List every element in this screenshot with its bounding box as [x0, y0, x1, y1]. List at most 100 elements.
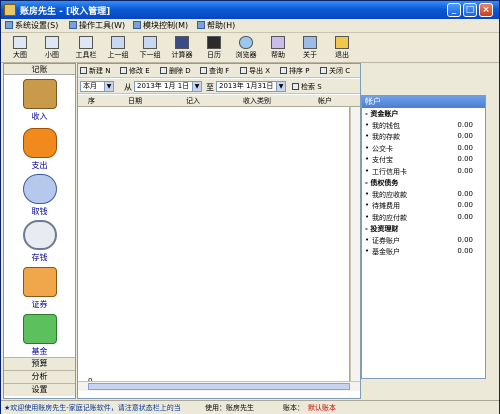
account-item[interactable]: • 公交卡 0.00 — [362, 143, 485, 155]
new-icon — [80, 67, 87, 74]
chart-frame-icon — [22, 267, 57, 297]
accounts-list: - 资金账户 • 我的钱包 0.00 • 我的存款 0.00 • 公交卡 0.00 • 支付宝 0.00… — [362, 108, 485, 258]
book-value: 默认账本 — [308, 404, 336, 412]
menu-module-control[interactable]: 模块控制(M) — [133, 20, 188, 31]
account-balance: 0.00 — [457, 201, 473, 209]
delete-record-button[interactable]: 删除 D — [160, 66, 191, 76]
account-item[interactable]: • 我的应收款 0.00 — [362, 189, 485, 201]
tools-icon — [69, 21, 77, 29]
nav-item-withdraw[interactable]: 取钱 — [4, 174, 75, 217]
account-item[interactable]: • 基金账户 0.00 — [362, 246, 485, 258]
edit-record-button[interactable]: 修改 E — [120, 66, 150, 76]
account-group[interactable]: - 资金账户 — [362, 108, 485, 120]
small-icons-button[interactable]: 小图 — [37, 35, 67, 62]
nav-section-analysis[interactable]: 分析 — [4, 370, 75, 383]
left-arrow-icon — [111, 36, 125, 49]
calendar-button[interactable]: 日历 — [199, 35, 229, 62]
nav-item-securities[interactable]: 证券 — [4, 267, 75, 310]
account-name: 我的应收款 — [372, 190, 407, 199]
large-icons-button[interactable]: 大图 — [5, 35, 35, 62]
calendar-icon — [207, 36, 221, 49]
next-group-button[interactable]: 下一组 — [135, 35, 165, 62]
account-item[interactable]: • 我的钱包 0.00 — [362, 120, 485, 132]
help-button[interactable]: 帮助 — [263, 35, 293, 62]
maximize-button[interactable]: □ — [463, 3, 477, 17]
small-icons-icon — [45, 36, 59, 49]
status-bar: ★欢迎使用账房先生-家庭记账软件，请注意状态栏上的当 使用：账房先生 账本： 默… — [1, 400, 499, 414]
close-button[interactable]: × — [479, 3, 493, 17]
right-arrow-icon — [143, 36, 157, 49]
col-income-category[interactable]: 收入类别 — [243, 96, 271, 106]
sort-button[interactable]: 排序 P — [280, 66, 309, 76]
welcome-marquee: ★欢迎使用账房先生-家庭记账软件，请注意状态栏上的当 — [4, 404, 181, 412]
new-record-button[interactable]: 新建 N — [80, 66, 110, 76]
help-icon — [197, 21, 205, 29]
account-name: 我的应付款 — [372, 213, 407, 222]
account-item[interactable]: • 证券账户 0.00 — [362, 235, 485, 247]
account-name: 我的存款 — [372, 133, 400, 141]
table-header: 序 日期 记入 收入类别 帐户 — [78, 95, 360, 107]
menu-bar: 系统设置(S) 操作工具(W) 模块控制(M) 帮助(H) — [1, 19, 499, 33]
account-group[interactable]: - 债权债务 — [362, 177, 485, 189]
export-button[interactable]: 导出 X — [240, 66, 270, 76]
horizontal-scrollbar[interactable] — [78, 381, 360, 391]
accounts-panel: 帐户 - 资金账户 • 我的钱包 0.00 • 我的存款 0.00 • 公交卡 0.00 • 支付宝 0… — [361, 95, 486, 379]
account-item[interactable]: • 我的应付款 0.00 — [362, 212, 485, 224]
exit-button[interactable]: 退出 — [327, 35, 357, 62]
bullet-icon: • — [365, 247, 370, 255]
account-group[interactable]: - 投资理财 — [362, 223, 485, 235]
about-icon — [303, 36, 317, 49]
app-window: 账房先生 - [收入管理] _ □ × 系统设置(S) 操作工具(W) 模块控制… — [0, 0, 500, 414]
menu-tools[interactable]: 操作工具(W) — [69, 20, 125, 31]
col-account[interactable]: 帐户 — [318, 96, 332, 106]
account-name: 证券账户 — [372, 236, 400, 245]
search-button[interactable]: 检索 S — [292, 82, 322, 92]
calculator-button[interactable]: 计算器 — [167, 35, 197, 62]
window-title: 账房先生 - [收入管理] — [20, 7, 111, 17]
account-item[interactable]: • 支付宝 0.00 — [362, 154, 485, 166]
nav-item-income[interactable]: 收入 — [4, 79, 75, 122]
col-index[interactable]: 序 — [88, 96, 95, 106]
col-date[interactable]: 日期 — [128, 96, 142, 106]
vertical-scrollbar[interactable] — [350, 107, 360, 381]
current-user: 使用：账房先生 — [205, 404, 254, 412]
nav-item-deposit[interactable]: 存钱 — [4, 220, 75, 263]
account-name: 基金账户 — [372, 248, 400, 256]
close-icon — [320, 67, 327, 74]
bullet-icon: • — [365, 189, 370, 198]
scroll-thumb[interactable] — [88, 383, 350, 390]
target-icon — [22, 220, 57, 250]
exit-door-icon — [335, 36, 349, 49]
minimize-button[interactable]: _ — [447, 3, 461, 17]
period-select[interactable]: 本月 ▼ — [80, 81, 114, 92]
search-icon — [292, 83, 299, 90]
about-button[interactable]: 关于 — [295, 35, 325, 62]
nav-item-expense[interactable]: 支出 — [4, 128, 75, 171]
module-icon — [133, 21, 141, 29]
account-item[interactable]: • 待摊费用 0.00 — [362, 200, 485, 212]
nav-item-fund[interactable]: 基金 — [4, 314, 75, 357]
col-recorded[interactable]: 记入 — [186, 96, 200, 106]
account-group-label: - 债权债务 — [365, 179, 399, 187]
account-balance: 0.00 — [457, 155, 473, 163]
account-item[interactable]: • 我的存款 0.00 — [362, 131, 485, 143]
browser-button[interactable]: 浏览器 — [231, 35, 261, 62]
income-panel: 新建 N 修改 E 删除 D 查询 F 导出 X 排序 P 关闭 C 本月 ▼ 从… — [77, 63, 361, 399]
prev-group-button[interactable]: 上一组 — [103, 35, 133, 62]
from-date-picker[interactable]: 2013年 1月 1日 ▼ — [134, 81, 202, 92]
nav-header-bookkeeping[interactable]: 记账 — [4, 64, 75, 75]
records-grid[interactable]: 0 — [78, 107, 350, 385]
nav-section-settings[interactable]: 设置 — [4, 383, 75, 396]
bullet-icon: • — [365, 201, 370, 209]
to-date-picker[interactable]: 2013年 1月31日 ▼ — [216, 81, 286, 92]
menu-system-settings[interactable]: 系统设置(S) — [5, 20, 58, 31]
query-button[interactable]: 查询 F — [200, 66, 229, 76]
menu-help[interactable]: 帮助(H) — [197, 20, 235, 31]
account-item[interactable]: • 工行信用卡 0.00 — [362, 166, 485, 178]
help-book-icon — [271, 36, 285, 49]
toolbar-button[interactable]: 工具栏 — [71, 35, 101, 62]
cubes-icon — [22, 314, 57, 344]
bullet-icon: • — [365, 155, 370, 163]
close-panel-button[interactable]: 关闭 C — [320, 66, 350, 76]
nav-section-budget[interactable]: 预算 — [4, 357, 75, 370]
